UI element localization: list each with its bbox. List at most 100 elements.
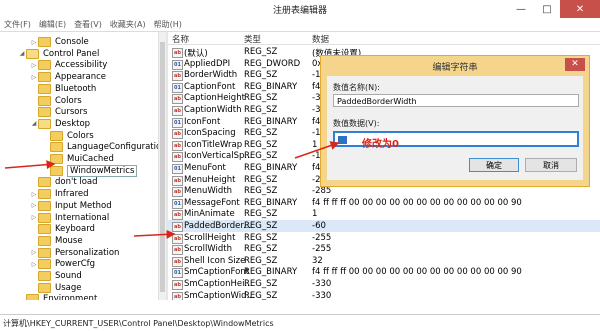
tree-item[interactable]: Environment	[18, 293, 97, 300]
expand-arrow-icon[interactable]: ▷	[30, 202, 38, 209]
expand-arrow-icon[interactable]: ▷	[30, 74, 38, 81]
menu-view[interactable]: 查看(V)	[70, 18, 106, 31]
value-name: CaptionHeight	[184, 93, 245, 104]
tree-item[interactable]: WindowMetrics	[42, 164, 138, 177]
tree-item-label: Usage	[55, 282, 82, 293]
value-type: REG_BINARY	[244, 81, 298, 92]
string-value-icon: ab	[172, 233, 183, 244]
value-name: MessageFont	[184, 197, 240, 208]
status-bar: 计算机\HKEY_CURRENT_USER\Control Panel\Desk…	[0, 314, 600, 331]
value-type: REG_SZ	[244, 128, 278, 139]
tree-item[interactable]: Bluetooth	[30, 83, 96, 95]
value-row[interactable]: ab ScrollHeight REG_SZ -255	[168, 232, 600, 244]
tree-item[interactable]: ◢ Control Panel	[18, 48, 99, 60]
value-data: -60	[312, 221, 326, 231]
tree-item[interactable]: ▷ Console	[30, 36, 89, 48]
tree-item-label: Infrared	[55, 189, 89, 200]
menu-help[interactable]: 帮助(H)	[150, 18, 186, 31]
cancel-button[interactable]: 取消	[525, 158, 577, 172]
tree-item[interactable]: ▷ Accessibility	[30, 59, 107, 71]
tree-item-label: PowerCfg	[55, 259, 96, 270]
expand-arrow-icon[interactable]: ◢	[18, 50, 26, 57]
tree-item-label: Sound	[55, 271, 82, 281]
value-name: ScrollHeight	[184, 232, 236, 243]
menu-favorites[interactable]: 收藏夹(A)	[106, 18, 150, 31]
string-value-icon: ab	[172, 48, 183, 58]
tree-item[interactable]: Sound	[30, 270, 82, 282]
binary-value-icon: 01	[172, 164, 183, 174]
close-button[interactable]: ✕	[560, 0, 600, 18]
tree-item[interactable]: ▷ PowerCfg	[30, 258, 95, 270]
tree-item[interactable]: ▷ Appearance	[30, 71, 106, 83]
value-type: REG_BINARY	[244, 116, 298, 127]
tree-scrollbar-thumb[interactable]	[160, 42, 165, 292]
tree-item[interactable]: Colors	[30, 95, 82, 107]
tree-scrollbar[interactable]	[158, 32, 166, 300]
folder-icon	[38, 282, 51, 293]
expand-arrow-icon[interactable]: ◢	[30, 120, 38, 127]
minimize-button[interactable]: —	[508, 0, 534, 18]
value-row[interactable]: ab MinAnimate REG_SZ 1	[168, 208, 600, 221]
tree-item-label: Personalization	[55, 247, 120, 258]
tree-item-label: WindowMetrics	[67, 164, 138, 177]
value-data: -330	[312, 290, 332, 300]
tree-item[interactable]: Usage	[30, 282, 81, 294]
value-data: -255	[312, 244, 332, 255]
tree-item[interactable]: LanguageConfiguration	[42, 141, 165, 153]
value-name: IconVerticalSp...	[184, 151, 253, 162]
value-row[interactable]: ab SmCaptionHei... REG_SZ -330	[168, 278, 600, 290]
column-type[interactable]: 类型	[244, 33, 261, 45]
column-data[interactable]: 数据	[312, 33, 329, 45]
value-type: REG_SZ	[244, 70, 278, 81]
menu-file[interactable]: 文件(F)	[0, 18, 35, 31]
expand-arrow-icon[interactable]: ▷	[30, 62, 38, 69]
expand-arrow-icon[interactable]: ▷	[30, 214, 38, 221]
value-data: 1	[312, 209, 318, 220]
tree-item-label: Mouse	[55, 235, 83, 246]
value-data: -330	[312, 279, 332, 289]
value-type: REG_SZ	[244, 139, 278, 150]
value-name-field[interactable]: PaddedBorderWidth	[333, 94, 579, 107]
expand-arrow-icon[interactable]: ▷	[30, 39, 38, 46]
value-type: REG_SZ	[244, 232, 278, 243]
menu-edit[interactable]: 编辑(E)	[35, 18, 70, 31]
value-row[interactable]: ab Shell Icon Size REG_SZ 32	[168, 255, 600, 267]
tree-item[interactable]: ▷ Infrared	[30, 188, 89, 200]
expand-arrow-icon[interactable]: ▷	[30, 261, 38, 268]
tree-item[interactable]: ▷ International	[30, 212, 109, 224]
folder-icon	[38, 200, 51, 211]
tree-item-label: Appearance	[55, 72, 107, 83]
dialog-close-button[interactable]: ✕	[565, 58, 585, 71]
ok-button[interactable]: 确定	[469, 158, 519, 172]
maximize-button[interactable]: □	[534, 0, 560, 18]
value-name: SmCaptionFont	[184, 267, 250, 278]
tree-item[interactable]: Keyboard	[30, 223, 95, 235]
value-name: MenuFont	[184, 163, 226, 173]
value-row[interactable]: ab SmCaptionWid... REG_SZ -330	[168, 290, 600, 300]
tree-item[interactable]: Cursors	[30, 106, 87, 118]
tree-item[interactable]: ▷ Personalization	[30, 247, 119, 259]
string-value-icon: ab	[172, 245, 183, 256]
expand-arrow-icon[interactable]: ▷	[30, 191, 38, 198]
folder-icon	[38, 235, 51, 246]
tree-item[interactable]: Mouse	[30, 235, 83, 247]
tree-item[interactable]: ◢ Desktop	[30, 118, 90, 130]
tree-item[interactable]: Colors	[42, 130, 94, 142]
folder-icon	[38, 83, 51, 94]
string-value-icon: ab	[172, 71, 183, 82]
tree-item[interactable]: ▷ Input Method	[30, 200, 112, 212]
value-row[interactable]: ab PaddedBorder... REG_SZ -60	[168, 220, 600, 232]
tree-item[interactable]: don't load	[30, 176, 98, 188]
tree-item[interactable]: MuiCached	[42, 153, 114, 165]
value-row[interactable]: 01 SmCaptionFont REG_BINARY f4 ff ff ff 00 …	[168, 266, 600, 279]
column-name[interactable]: 名称	[172, 33, 189, 45]
value-name: MinAnimate	[184, 209, 235, 220]
value-row[interactable]: 01 MessageFont REG_BINARY f4 ff ff ff 00 00…	[168, 197, 600, 209]
value-name: PaddedBorder...	[184, 221, 252, 231]
value-type: REG_SZ	[244, 255, 278, 266]
folder-icon	[50, 165, 63, 176]
folder-icon	[38, 60, 51, 71]
tree-item-label: Colors	[67, 130, 94, 141]
value-row[interactable]: ab ScrollWidth REG_SZ -255	[168, 243, 600, 256]
expand-arrow-icon[interactable]: ▷	[30, 249, 38, 256]
